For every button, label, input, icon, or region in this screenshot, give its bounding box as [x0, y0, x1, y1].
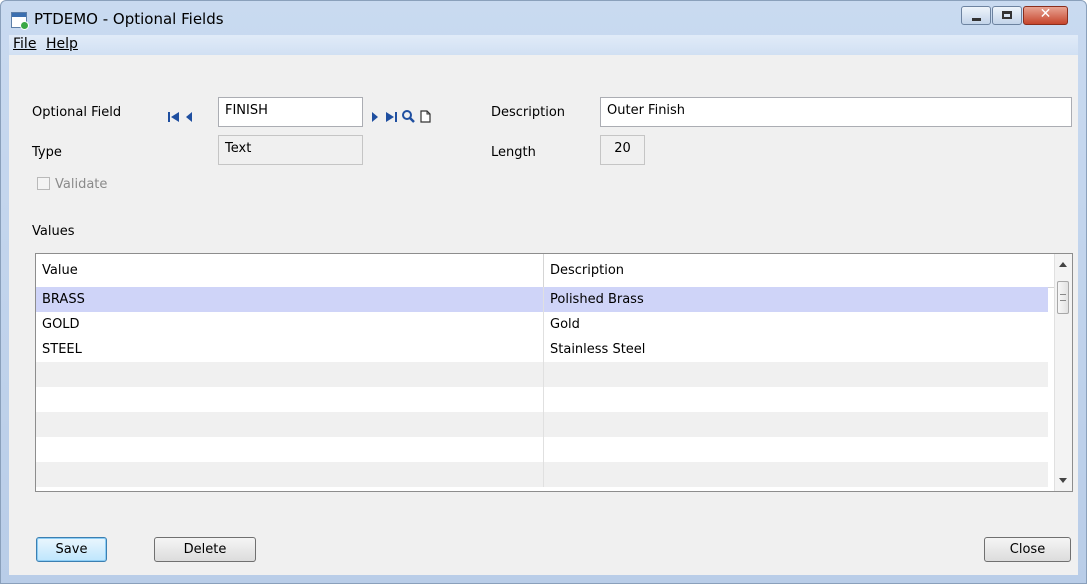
delete-button-label: Delete: [183, 542, 227, 557]
value-cell[interactable]: STEEL: [36, 337, 543, 362]
window-title: PTDEMO - Optional Fields: [34, 10, 224, 28]
description-cell[interactable]: Polished Brass: [543, 287, 1048, 312]
minimize-button[interactable]: [961, 6, 991, 25]
menu-help[interactable]: Help: [46, 36, 78, 52]
values-section-label: Values: [32, 224, 75, 239]
description-cell[interactable]: Stainless Steel: [543, 337, 1048, 362]
menu-help-label: Help: [46, 36, 78, 52]
column-header-description[interactable]: Description: [543, 254, 1054, 287]
empty-row[interactable]: [36, 362, 1048, 387]
new-document-icon[interactable]: [420, 110, 431, 123]
menu-file-label: File: [13, 36, 37, 52]
scroll-up-icon[interactable]: [1059, 262, 1067, 267]
title-bar[interactable]: PTDEMO - Optional Fields ✕: [1, 1, 1086, 35]
table-row[interactable]: STEEL Stainless Steel: [36, 337, 1048, 362]
vertical-scrollbar[interactable]: [1054, 254, 1072, 491]
empty-row[interactable]: [36, 462, 1048, 487]
close-button[interactable]: Close: [984, 537, 1071, 562]
length-field: 20: [600, 135, 645, 165]
validate-label: Validate: [55, 177, 108, 192]
value-cell[interactable]: BRASS: [36, 287, 543, 312]
main-window: PTDEMO - Optional Fields ✕ File Help Opt…: [0, 0, 1087, 584]
next-record-icon[interactable]: [371, 111, 379, 123]
type-label: Type: [32, 145, 62, 160]
close-button-label: Close: [1009, 542, 1046, 557]
maximize-button[interactable]: [992, 6, 1022, 25]
type-field: Text: [218, 135, 363, 165]
description-cell[interactable]: Gold: [543, 312, 1048, 337]
previous-record-icon[interactable]: [185, 111, 193, 123]
optional-field-label: Optional Field: [32, 105, 122, 120]
minimize-icon: [972, 18, 981, 21]
empty-row[interactable]: [36, 387, 1048, 412]
length-label: Length: [491, 145, 536, 160]
empty-cell[interactable]: [543, 462, 1048, 487]
delete-button[interactable]: Delete: [154, 537, 256, 562]
table-row[interactable]: GOLD Gold: [36, 312, 1048, 337]
validate-checkbox[interactable]: [37, 177, 50, 190]
save-button[interactable]: Save: [36, 537, 107, 562]
grid-header: Value Description: [36, 254, 1054, 288]
menu-bar: File Help: [9, 35, 1078, 55]
description-label: Description: [491, 105, 566, 120]
form-body: Optional Field FINISH Description Outer …: [9, 55, 1078, 575]
description-input[interactable]: Outer Finish: [600, 97, 1072, 127]
scroll-down-icon[interactable]: [1059, 478, 1067, 483]
last-record-icon[interactable]: [385, 111, 397, 123]
app-icon: [11, 12, 29, 30]
menu-file[interactable]: File: [13, 36, 36, 52]
values-grid[interactable]: Value Description BRASS Polished Brass G…: [35, 253, 1073, 492]
close-window-button[interactable]: ✕: [1023, 6, 1068, 25]
finder-icon[interactable]: [402, 110, 415, 123]
empty-cell[interactable]: [543, 437, 1048, 462]
scroll-thumb[interactable]: [1057, 281, 1069, 314]
maximize-icon: [1002, 11, 1012, 19]
optional-field-input[interactable]: FINISH: [218, 97, 363, 127]
empty-row[interactable]: [36, 412, 1048, 437]
value-cell[interactable]: GOLD: [36, 312, 543, 337]
column-header-value[interactable]: Value: [36, 254, 543, 287]
table-row[interactable]: BRASS Polished Brass: [36, 287, 1048, 312]
empty-row[interactable]: [36, 437, 1048, 462]
close-icon: ✕: [1039, 6, 1052, 22]
first-record-icon[interactable]: [168, 111, 180, 123]
empty-cell[interactable]: [543, 362, 1048, 387]
save-button-label: Save: [55, 542, 88, 557]
empty-cell[interactable]: [543, 387, 1048, 412]
empty-cell[interactable]: [543, 412, 1048, 437]
